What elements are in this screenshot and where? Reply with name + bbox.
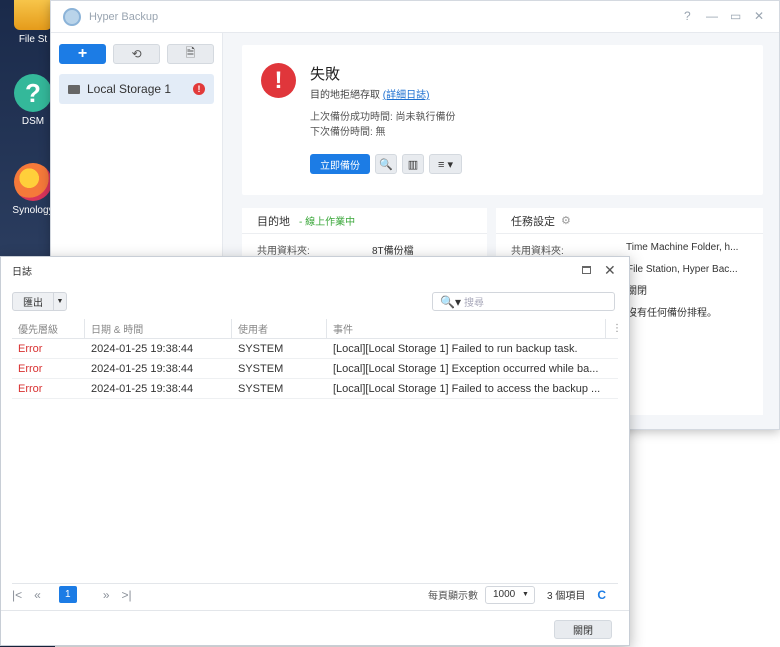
cell-event: [Local][Local Storage 1] Failed to run b… (333, 342, 578, 355)
last-page-icon[interactable]: >| (122, 588, 132, 602)
sidebar-toolbar: + ⟲ 🗎 (51, 33, 222, 72)
question-icon: ? (14, 74, 52, 112)
prev-page-icon[interactable]: « (34, 588, 41, 602)
synology-logo-icon (14, 163, 52, 201)
total-items: 3 個項目 (546, 591, 586, 602)
column-header-user[interactable]: 使用者 (232, 319, 327, 338)
dialog-footer: 關閉 (1, 610, 629, 646)
first-page-icon[interactable]: |< (12, 588, 22, 602)
dialog-titlebar[interactable]: 日誌 (1, 257, 629, 284)
help-icon[interactable]: ? (684, 9, 691, 23)
chevron-down-icon[interactable]: ▼ (54, 293, 66, 310)
task-settings-heading: 任務設定 (511, 215, 555, 228)
dialog-title: 日誌 (12, 267, 32, 278)
destination-heading: 目的地 (257, 215, 290, 228)
last-success-time: 上次備份成功時間: 尚未執行備份 (310, 112, 456, 123)
details-log-link[interactable]: (詳細日誌) (383, 90, 430, 101)
search-placeholder: 搜尋 (463, 298, 484, 309)
desktop-icon-label: Synology (12, 205, 54, 216)
chevron-down-icon: ▼ (522, 591, 529, 598)
task-shared-folder-row: 共用資料夾: Time Machine Folder, h... (496, 234, 763, 257)
task-settings-header: 任務設定 ⚙ (496, 208, 763, 234)
log-table: 優先層級 日期 & 時間 使用者 事件 ⋮ Error 2024-01-25 1… (12, 319, 622, 399)
version-browse-button[interactable]: 🔍 (375, 154, 397, 174)
folder-icon (14, 0, 52, 30)
cell-datetime: 2024-01-25 19:38:44 (91, 382, 194, 395)
cell-user: SYSTEM (238, 342, 284, 355)
restore-button[interactable]: ⟲ (113, 44, 160, 64)
action-menu-button[interactable]: ≡ ▾ (429, 154, 462, 174)
next-backup-time: 下次備份時間: 無 (310, 127, 386, 138)
field-label: 共用資料夾: (257, 246, 310, 257)
backup-now-button[interactable]: 立即備份 (310, 154, 370, 174)
hyper-backup-app-icon (63, 7, 81, 26)
column-header-event[interactable]: 事件 (327, 319, 606, 338)
online-status: - 線上作業中 (299, 217, 356, 228)
document-icon: 🗎 (185, 45, 196, 60)
sidebar-item-local-storage-1[interactable]: Local Storage 1 ! (59, 74, 214, 104)
sidebar-item-label: Local Storage 1 (87, 82, 172, 96)
desktop-icon-label: File St (18, 34, 48, 45)
current-page-button[interactable]: 1 (58, 586, 77, 603)
status-panel: ! 失敗 目的地拒絕存取 (詳細日誌) 上次備份成功時間: 尚未執行備份 下次備… (242, 45, 763, 195)
close-icon[interactable]: ✕ (604, 262, 616, 279)
search-input[interactable]: 🔍▾ 搜尋 (432, 292, 615, 311)
pagination-bar: |< « 1 » >| 每頁顯示數 1000 ▼ 3 個項目 C (12, 583, 618, 605)
cell-level: Error (18, 342, 43, 355)
maximize-icon[interactable] (582, 266, 591, 274)
export-button[interactable]: 匯出 ▼ (12, 292, 67, 311)
maximize-icon[interactable]: ▭ (730, 9, 741, 23)
search-icon[interactable]: 🔍▾ (440, 295, 461, 309)
cell-datetime: 2024-01-25 19:38:44 (91, 362, 194, 375)
status-title: 失敗 (310, 66, 341, 83)
history-icon: ⟲ (131, 47, 142, 61)
field-label: 共用資料夾: (511, 246, 564, 257)
table-row[interactable]: Error 2024-01-25 19:38:44 SYSTEM [Local]… (12, 379, 618, 399)
storage-icon (68, 84, 80, 94)
close-icon[interactable]: ✕ (754, 9, 764, 23)
cell-level: Error (18, 382, 43, 395)
table-row[interactable]: Error 2024-01-25 19:38:44 SYSTEM [Local]… (12, 339, 618, 359)
field-value: Time Machine Folder, h... (626, 242, 739, 253)
add-task-button[interactable]: + (59, 44, 106, 64)
export-label: 匯出 (13, 293, 54, 310)
per-page-select[interactable]: 1000 ▼ (484, 585, 535, 604)
table-header: 優先層級 日期 & 時間 使用者 事件 ⋮ (12, 319, 622, 339)
field-value: 8T備份檔 (372, 246, 414, 257)
cell-event: [Local][Local Storage 1] Exception occur… (333, 362, 599, 375)
per-page-value: 1000 (492, 589, 516, 600)
desktop-icon-label: DSM (21, 116, 45, 127)
window-title: Hyper Backup (89, 10, 159, 23)
status-description-text: 目的地拒絕存取 (310, 90, 380, 101)
close-button[interactable]: 關閉 (554, 620, 612, 639)
per-page-label: 每頁顯示數 (427, 591, 478, 602)
cell-event: [Local][Local Storage 1] Failed to acces… (333, 382, 601, 395)
menu-icon: ≡ ▾ (438, 158, 453, 171)
magnifier-clock-icon: 🔍 (379, 158, 393, 171)
next-page-icon[interactable]: » (103, 588, 110, 602)
cell-user: SYSTEM (238, 362, 284, 375)
destination-shared-folder-row: 共用資料夾: 8T備份檔 (242, 234, 487, 257)
table-row[interactable]: Error 2024-01-25 19:38:44 SYSTEM [Local]… (12, 359, 618, 379)
settings-lock-icon[interactable]: ⚙ (561, 214, 571, 227)
status-actions: 立即備份 🔍 ▥ ≡ ▾ (310, 154, 462, 174)
refresh-icon[interactable]: C (597, 588, 606, 602)
status-description: 目的地拒絕存取 (詳細日誌) (310, 86, 429, 101)
minimize-icon[interactable]: — (706, 9, 718, 23)
cell-user: SYSTEM (238, 382, 284, 395)
window-titlebar[interactable]: Hyper Backup (51, 1, 779, 33)
error-badge-icon: ! (193, 83, 205, 95)
destination-header: 目的地 - 線上作業中 (242, 208, 487, 234)
statistics-button[interactable]: ▥ (402, 154, 424, 174)
log-dialog: 日誌 ✕ 匯出 ▼ 🔍▾ 搜尋 優先層級 日期 & 時間 使用者 事件 ⋮ Er… (0, 256, 630, 646)
cell-datetime: 2024-01-25 19:38:44 (91, 342, 194, 355)
log-button[interactable]: 🗎 (167, 44, 214, 64)
column-header-datetime[interactable]: 日期 & 時間 (85, 319, 232, 338)
error-icon: ! (261, 63, 296, 98)
column-header-level[interactable]: 優先層級 (12, 319, 85, 338)
cell-level: Error (18, 362, 43, 375)
bar-chart-icon: ▥ (407, 158, 419, 171)
column-options-icon[interactable]: ⋮ (606, 319, 622, 338)
